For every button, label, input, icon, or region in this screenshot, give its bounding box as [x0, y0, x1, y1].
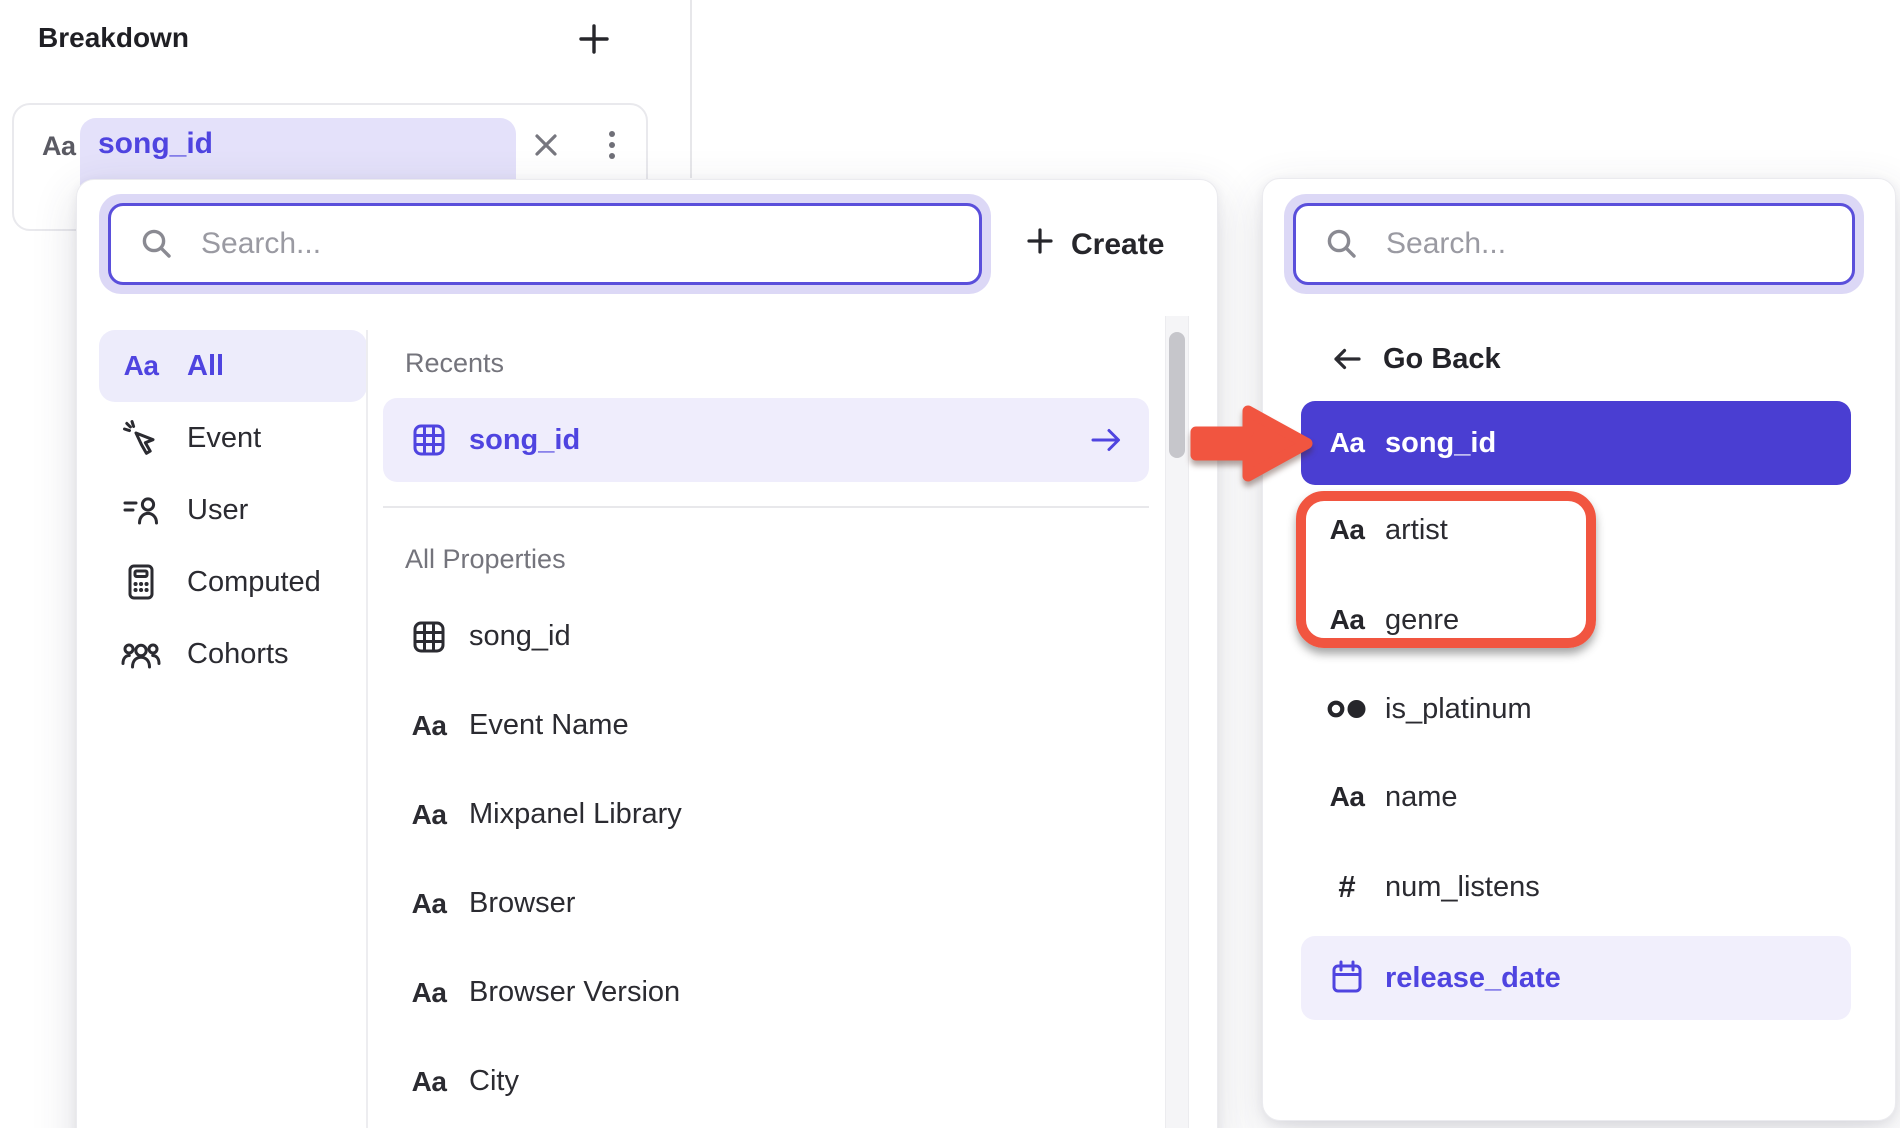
number-icon: # [1325, 869, 1369, 905]
tab-user[interactable]: User [99, 474, 367, 546]
user-icon [119, 490, 163, 530]
search-icon [1320, 226, 1364, 262]
item-label: Cohorts [187, 638, 289, 671]
remove-breakdown-button[interactable] [522, 122, 570, 170]
aa-icon: Aa [407, 977, 451, 1009]
vertical-scrollbar[interactable] [1165, 316, 1189, 1128]
property-item-mixpanel-library[interactable]: Aa Mixpanel Library [383, 770, 1149, 859]
boolean-icon [1325, 689, 1369, 729]
recents-list: song_id [383, 398, 1149, 482]
close-icon [529, 128, 563, 165]
tab-all[interactable]: Aa All [99, 330, 367, 402]
item-label: num_listens [1385, 871, 1540, 904]
property-detail-panel: Go Back Aasong_idAaartistAagenreis_plati… [1262, 178, 1896, 1121]
aa-icon: Aa [1325, 781, 1369, 813]
calendar-icon [1325, 958, 1369, 998]
create-label: Create [1071, 228, 1164, 262]
item-label: song_id [469, 620, 571, 653]
aa-icon: Aa [407, 1066, 451, 1098]
value-item-is_platinum[interactable]: is_platinum [1301, 681, 1851, 737]
all-properties-heading: All Properties [405, 544, 566, 575]
item-label: All [187, 350, 224, 383]
value-item-num_listens[interactable]: # num_listens [1301, 859, 1851, 915]
arrow-right-icon[interactable] [1087, 421, 1125, 459]
value-item-name[interactable]: Aaname [1301, 769, 1851, 825]
create-property-button[interactable]: Create [1025, 222, 1164, 268]
property-picker-panel: Create Aa All Event User Computed Cohorts Rec… [76, 179, 1218, 1128]
aa-icon: Aa [1325, 514, 1369, 546]
aa-icon: Aa [407, 710, 451, 742]
value-item-genre[interactable]: Aagenre [1301, 592, 1851, 648]
panel-divider [690, 0, 692, 178]
kebab-menu-icon [595, 126, 629, 169]
screenshot-stage: Breakdown Aa song_id [0, 0, 1900, 1128]
breakdown-title: Breakdown [38, 22, 189, 54]
item-label: City [469, 1065, 519, 1098]
tab-cohorts[interactable]: Cohorts [99, 618, 367, 690]
item-label: artist [1385, 514, 1448, 547]
right-search-input[interactable] [1384, 226, 1828, 262]
item-label: name [1385, 781, 1458, 814]
item-label: genre [1385, 604, 1459, 637]
go-back-button[interactable]: Go Back [1301, 331, 1525, 387]
add-breakdown-button[interactable] [572, 18, 616, 62]
grid-icon [407, 617, 451, 657]
breakdown-options-button[interactable] [592, 125, 632, 169]
item-label: Event [187, 422, 261, 455]
item-label: Browser [469, 887, 575, 920]
item-label: Mixpanel Library [469, 798, 682, 831]
computed-icon [119, 562, 163, 602]
value-item-song_id[interactable]: Aa song_id [1301, 401, 1851, 485]
item-label: Computed [187, 566, 321, 599]
tab-computed[interactable]: Computed [99, 546, 367, 618]
property-item-event-name[interactable]: Aa Event Name [383, 681, 1149, 770]
item-label: song_id [1385, 427, 1496, 460]
aa-icon: Aa [407, 799, 451, 831]
value-item-artist[interactable]: Aa artist [1301, 502, 1851, 558]
right-search-wrapper [1284, 194, 1864, 294]
aa-icon: Aa [1325, 604, 1369, 636]
item-label: is_platinum [1385, 693, 1532, 726]
rail-divider [366, 330, 368, 1128]
recents-heading: Recents [405, 348, 504, 379]
event-icon [119, 418, 163, 458]
left-search-wrapper [99, 194, 991, 294]
item-label: release_date [1385, 962, 1561, 995]
search-icon [135, 226, 179, 262]
all-properties-list: song_id Aa Event Name Aa Mixpanel Library Aa B… [383, 592, 1149, 1126]
aa-icon: Aa [1325, 427, 1369, 459]
section-divider [383, 506, 1149, 508]
aa-icon: Aa [407, 888, 451, 920]
item-label: song_id [469, 424, 580, 457]
scrollbar-thumb[interactable] [1169, 332, 1185, 458]
item-label: User [187, 494, 248, 527]
property-item-browser-version[interactable]: Aa Browser Version [383, 948, 1149, 1037]
cohorts-icon [119, 634, 163, 674]
property-item-browser[interactable]: Aa Browser [383, 859, 1149, 948]
aa-icon: Aa [119, 350, 163, 382]
plus-icon [1025, 226, 1055, 264]
string-type-icon: Aa [42, 131, 76, 162]
arrow-left-icon [1325, 341, 1369, 377]
property-item-city[interactable]: Aa City [383, 1037, 1149, 1126]
left-search-input[interactable] [199, 226, 955, 262]
grid-icon [407, 420, 451, 460]
item-label: Browser Version [469, 976, 680, 1009]
plus-icon [576, 21, 612, 60]
property-item-song_id[interactable]: song_id [383, 592, 1149, 681]
go-back-label: Go Back [1383, 343, 1501, 376]
item-label: Event Name [469, 709, 629, 742]
tab-event[interactable]: Event [99, 402, 367, 474]
value-item-release_date[interactable]: release_date [1301, 936, 1851, 1020]
recent-item-song_id[interactable]: song_id [383, 398, 1149, 482]
category-tabs: Aa All Event User Computed Cohorts [99, 330, 367, 690]
